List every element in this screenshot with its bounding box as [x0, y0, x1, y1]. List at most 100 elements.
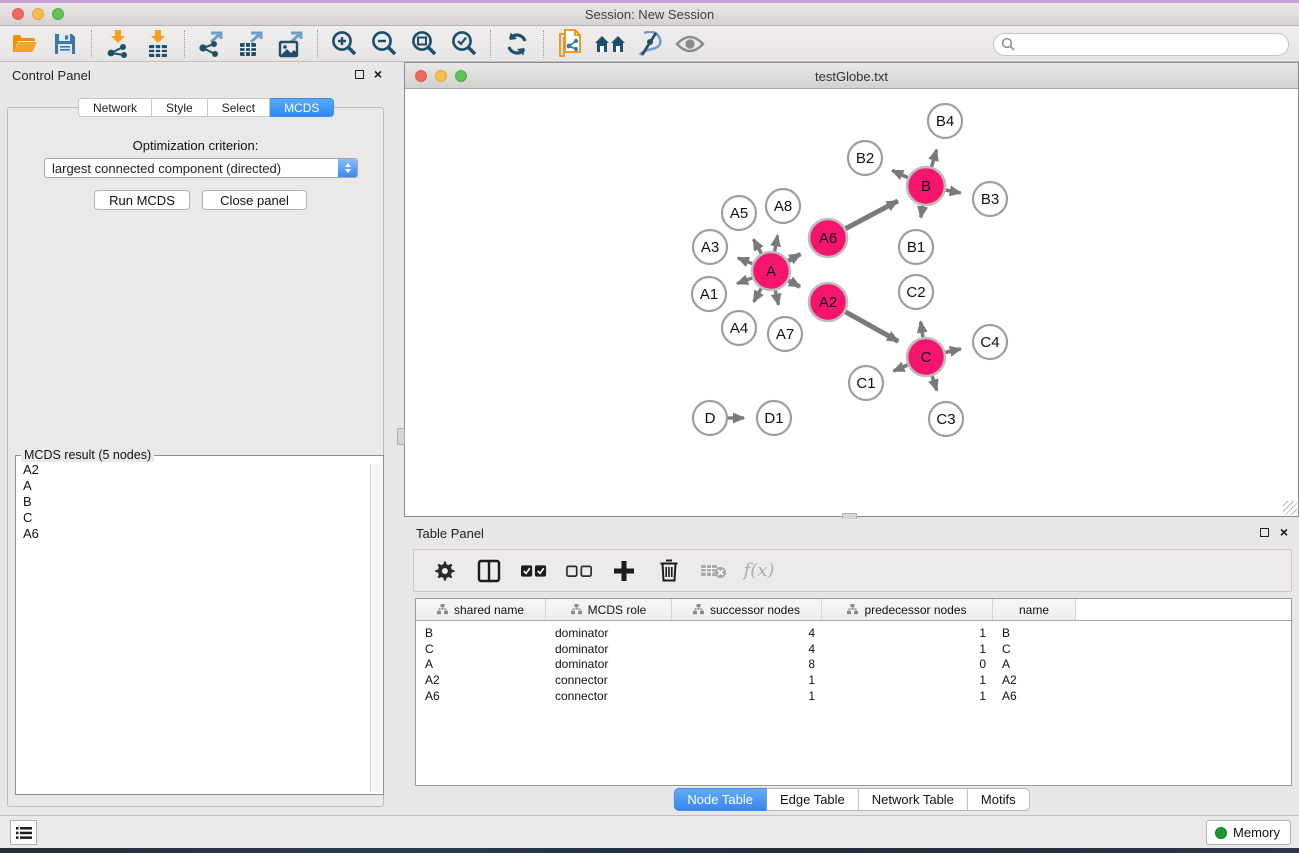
show-task-history-button[interactable]: [10, 820, 37, 845]
tab-motifs[interactable]: Motifs: [968, 788, 1030, 811]
table-mode-gear-icon[interactable]: [431, 558, 457, 584]
edge-A-A4[interactable]: [754, 288, 762, 301]
node-A5[interactable]: A5: [722, 196, 756, 230]
criterion-select[interactable]: largest connected component (directed): [44, 158, 358, 178]
network-canvas[interactable]: B4 B2 B B3 A5 A8 A6 B1 A3 A A1 C2 A2 A4 A7 C4 C C1 C3 D D1: [405, 89, 1298, 516]
table-row[interactable]: A6connector11A6: [416, 688, 1291, 704]
node-C4[interactable]: C4: [973, 325, 1007, 359]
export-network-icon[interactable]: [194, 28, 228, 60]
tab-select[interactable]: Select: [208, 98, 270, 117]
tab-mcds[interactable]: MCDS: [270, 98, 334, 117]
node-B1[interactable]: B1: [899, 230, 933, 264]
edge-B-B3[interactable]: [946, 190, 961, 193]
edge-A-A8[interactable]: [775, 236, 778, 252]
float-panel-icon[interactable]: [355, 70, 364, 79]
show-all-panels-icon[interactable]: [593, 28, 627, 60]
table-row[interactable]: Bdominator41B: [416, 625, 1291, 641]
tab-network-table[interactable]: Network Table: [859, 788, 968, 811]
table-float-panel-icon[interactable]: [1260, 528, 1269, 537]
export-image-icon[interactable]: [274, 28, 308, 60]
window-resize-grip[interactable]: [1283, 501, 1297, 515]
edge-A-A7[interactable]: [775, 291, 778, 305]
node-C[interactable]: C: [907, 338, 945, 376]
hide-panels-icon[interactable]: [633, 28, 667, 60]
table-close-panel-icon[interactable]: ×: [1280, 524, 1288, 540]
memory-button[interactable]: Memory: [1206, 820, 1291, 845]
create-column-icon[interactable]: [611, 558, 637, 584]
zoom-out-icon[interactable]: [367, 28, 401, 60]
node-A2[interactable]: A2: [809, 283, 847, 321]
zoom-in-icon[interactable]: [327, 28, 361, 60]
show-hide-graphics-eye-icon[interactable]: [673, 28, 707, 60]
edge-C-C4[interactable]: [945, 349, 960, 353]
edge-A-A2[interactable]: [789, 281, 800, 287]
result-scrollbar[interactable]: [370, 464, 382, 792]
node-A[interactable]: A: [752, 252, 790, 290]
mcds-result-item[interactable]: A: [16, 478, 369, 494]
close-panel-button[interactable]: Close panel: [202, 190, 307, 210]
save-session-icon[interactable]: [48, 28, 82, 60]
mcds-result-item[interactable]: C: [16, 510, 369, 526]
edge-A-A3[interactable]: [738, 258, 752, 264]
deselect-all-columns-icon[interactable]: [566, 558, 592, 584]
delete-table-icon[interactable]: [701, 558, 727, 584]
edge-B-B4[interactable]: [932, 150, 937, 167]
export-table-icon[interactable]: [234, 28, 268, 60]
edge-B-B2[interactable]: [892, 171, 908, 178]
mcds-result-item[interactable]: A2: [16, 462, 369, 478]
column-header-successor-nodes[interactable]: successor nodes: [672, 599, 822, 620]
node-B4[interactable]: B4: [928, 104, 962, 138]
tab-style[interactable]: Style: [152, 98, 208, 117]
column-header-MCDS-role[interactable]: MCDS role: [546, 599, 672, 620]
edge-A-A5[interactable]: [753, 239, 761, 253]
splitter-grip-vertical[interactable]: [397, 428, 405, 445]
node-C1[interactable]: C1: [849, 366, 883, 400]
table-row[interactable]: Adominator80A: [416, 657, 1291, 673]
node-C2[interactable]: C2: [899, 275, 933, 309]
column-header-name[interactable]: name: [993, 599, 1076, 620]
node-B[interactable]: B: [907, 167, 945, 205]
tab-node-table[interactable]: Node Table: [673, 788, 767, 811]
zoom-fit-icon[interactable]: [407, 28, 441, 60]
column-header-predecessor-nodes[interactable]: predecessor nodes: [822, 599, 993, 620]
table-row[interactable]: A2connector11A2: [416, 672, 1291, 688]
network-from-selection-icon[interactable]: [553, 28, 587, 60]
import-table-file-icon[interactable]: [141, 28, 175, 60]
apply-layout-icon[interactable]: [500, 28, 534, 60]
edge-A-A6[interactable]: [788, 254, 800, 261]
edge-C-C3[interactable]: [932, 376, 937, 390]
node-B3[interactable]: B3: [973, 182, 1007, 216]
mcds-result-item[interactable]: B: [16, 494, 369, 510]
node-A4[interactable]: A4: [722, 311, 756, 345]
node-A1[interactable]: A1: [692, 277, 726, 311]
node-A3[interactable]: A3: [693, 230, 727, 264]
edge-C-C2[interactable]: [921, 322, 923, 338]
tab-network[interactable]: Network: [78, 98, 152, 117]
run-mcds-button[interactable]: Run MCDS: [94, 190, 190, 210]
node-A7[interactable]: A7: [768, 317, 802, 351]
edge-A2-C[interactable]: [845, 312, 898, 342]
node-A6[interactable]: A6: [809, 219, 847, 257]
import-network-file-icon[interactable]: [101, 28, 135, 60]
node-D[interactable]: D: [693, 401, 727, 435]
zoom-selected-icon[interactable]: [447, 28, 481, 60]
edge-B-B1[interactable]: [921, 206, 923, 218]
show-columns-icon[interactable]: [476, 558, 502, 584]
table-row[interactable]: Cdominator41C: [416, 641, 1291, 657]
delete-columns-trash-icon[interactable]: [656, 558, 682, 584]
search-input[interactable]: [993, 33, 1289, 56]
column-header-shared-name[interactable]: shared name: [416, 599, 546, 620]
edge-A6-B[interactable]: [846, 201, 898, 229]
function-builder-icon[interactable]: f(x): [746, 558, 772, 584]
tab-edge-table[interactable]: Edge Table: [767, 788, 859, 811]
select-all-columns-icon[interactable]: [521, 558, 547, 584]
node-A8[interactable]: A8: [766, 189, 800, 223]
open-session-icon[interactable]: [8, 28, 42, 60]
mcds-result-item[interactable]: A6: [16, 526, 369, 542]
edge-C-C1[interactable]: [894, 365, 908, 371]
node-C3[interactable]: C3: [929, 402, 963, 436]
node-B2[interactable]: B2: [848, 141, 882, 175]
close-panel-icon[interactable]: ×: [374, 66, 382, 82]
edge-A-A1[interactable]: [737, 278, 752, 284]
node-D1[interactable]: D1: [757, 401, 791, 435]
